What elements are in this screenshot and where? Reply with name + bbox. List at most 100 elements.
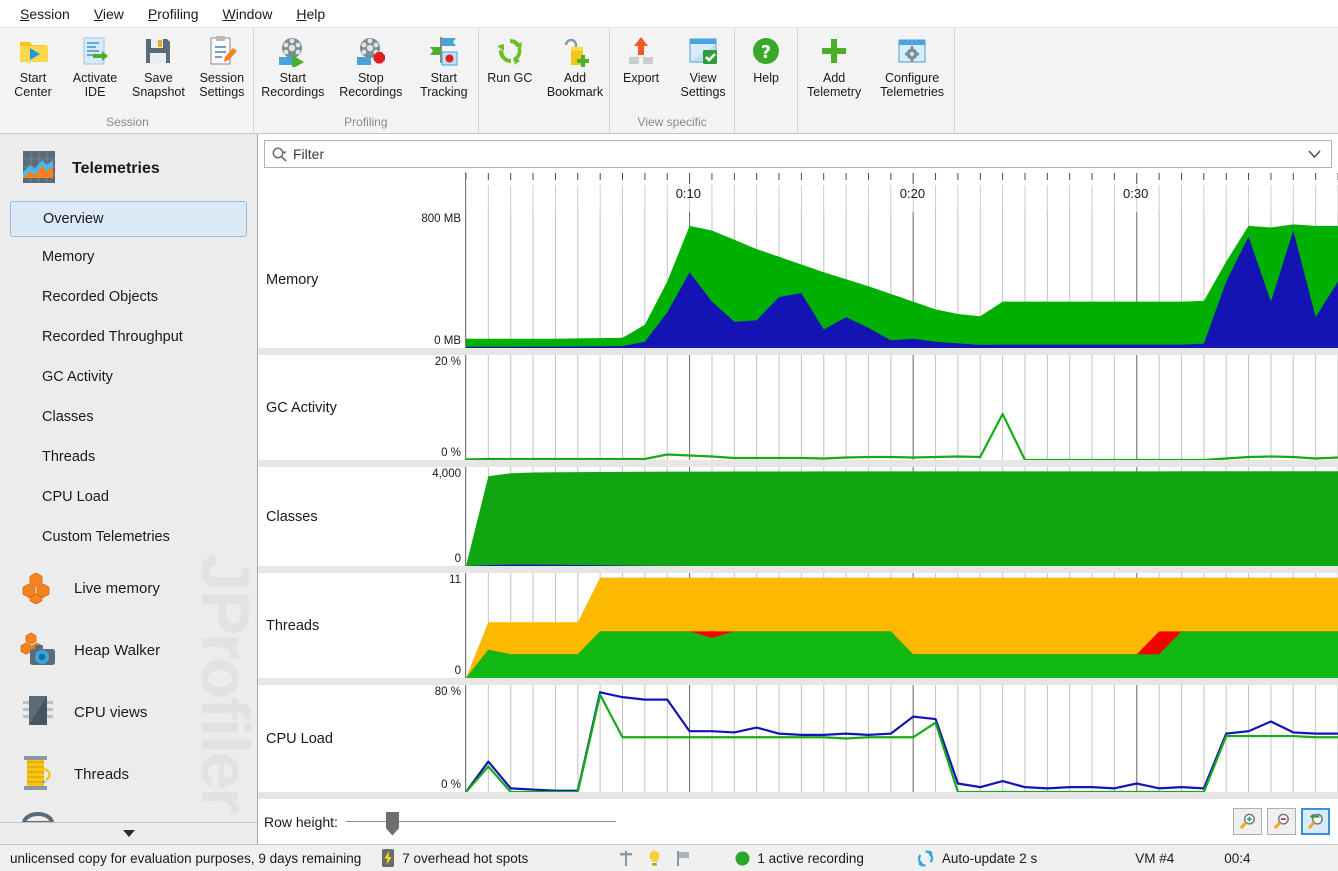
row-height-slider[interactable] [346,812,616,832]
chart-label-cpu-load: CPU Load [258,685,403,792]
configure-telemetries-label: Configure Telemetries [880,71,944,99]
zoom-in-icon [1238,812,1257,831]
status-recording[interactable]: 1 active recording [725,851,874,866]
help-icon: ? [749,34,783,68]
start-center-icon [16,34,50,68]
refresh-icon [916,850,935,867]
chart-plot-classes[interactable] [465,467,1338,566]
menu-item-session[interactable]: Session [8,3,82,25]
chart-plot-memory[interactable] [465,212,1338,348]
add-telemetry-button[interactable]: Add Telemetry [798,30,870,99]
zoom-reset-button[interactable] [1301,808,1330,835]
bottom-bar: Row height: [258,799,1338,844]
marker-icon[interactable] [618,850,634,867]
chart-row-classes[interactable]: Classes 4,000 0 [258,467,1338,566]
stop-recordings-button[interactable]: Stop Recordings [332,30,410,99]
run-gc-button[interactable]: Run GC [479,30,541,85]
menu-item-help[interactable]: Help [284,3,337,25]
sidebar-section-cpu-views[interactable]: CPU views [0,681,257,743]
start-tracking-button[interactable]: Start Tracking [410,30,478,99]
chart-row-gc-activity[interactable]: GC Activity 20 % 0 % [258,355,1338,460]
menu-item-view[interactable]: View [82,3,136,25]
session-settings-icon [205,34,239,68]
sidebar-item-recorded-objects[interactable]: Recorded Objects [0,277,257,317]
slider-thumb[interactable] [386,812,399,836]
sidebar-section-title: Telemetries [72,160,160,178]
ribbon-group-session: Start Center Activate IDE [0,28,253,133]
zoom-in-button[interactable] [1233,808,1262,835]
zoom-out-button[interactable] [1267,808,1296,835]
sidebar-item-recorded-throughput[interactable]: Recorded Throughput [0,317,257,357]
chevron-down-icon [122,829,136,838]
sidebar-item-overview[interactable]: Overview [10,201,247,237]
status-bar: unlicensed copy for evaluation purposes,… [0,844,1338,871]
help-label: Help [753,71,779,85]
export-button[interactable]: Export [610,30,672,85]
ribbon-group-telemetry-title [798,129,954,131]
start-center-button[interactable]: Start Center [2,30,64,99]
filter-input[interactable]: Filter [264,140,1332,168]
sidebar-scroll-area: JProfiler Telemetries Overview Memory [0,134,257,822]
activate-ide-icon [78,34,112,68]
chart-separator-4[interactable] [258,678,1338,685]
session-settings-button[interactable]: Session Settings [191,30,253,99]
start-tracking-icon [427,34,461,68]
chart-ytick-bottom-memory: 0 MB [434,335,461,347]
start-recordings-button[interactable]: Start Recordings [254,30,332,99]
configure-telemetries-button[interactable]: Configure Telemetries [870,30,954,99]
chart-row-memory[interactable]: Memory 800 MB 0 MB [258,212,1338,348]
view-settings-button[interactable]: View Settings [672,30,734,99]
sidebar-section-heap-walker[interactable]: Heap Walker [0,619,257,681]
status-license: unlicensed copy for evaluation purposes,… [0,851,371,866]
status-time: 00:4 [1214,851,1260,866]
save-snapshot-button[interactable]: Save Snapshot [126,30,191,99]
status-overhead[interactable]: 7 overhead hot spots [371,849,538,867]
bulb-icon[interactable] [647,850,662,867]
sidebar-item-custom-telemetries[interactable]: Custom Telemetries [0,517,257,557]
sidebar-item-classes[interactable]: Classes [0,397,257,437]
filter-dropdown-button[interactable] [1303,150,1325,158]
status-autoupdate[interactable]: Auto-update 2 s [906,850,1047,867]
zoom-out-icon [1272,812,1291,831]
chart-plot-gc-activity[interactable] [465,355,1338,460]
chart-row-threads[interactable]: Threads 11 0 [258,573,1338,678]
jprofiler-window: Session View Profiling Window Help Start… [0,0,1338,871]
ribbon-group-gc: Run GC Add Bookmark [478,28,609,133]
export-label: Export [623,71,659,85]
sidebar-section-telemetries[interactable]: Telemetries [0,134,257,201]
chart-name-threads: Threads [266,618,319,634]
add-telemetry-icon [817,34,851,68]
filter-text[interactable]: Filter [288,146,1303,162]
sidebar-section-live-memory[interactable]: Live memory [0,557,257,619]
sidebar-item-threads[interactable]: Threads [0,437,257,477]
view-settings-label: View Settings [681,71,726,99]
chart-row-cpu-load[interactable]: CPU Load 80 % 0 % [258,685,1338,792]
chart-plot-cpu-load[interactable] [465,685,1338,792]
chart-separator-2[interactable] [258,460,1338,467]
menu-item-profiling[interactable]: Profiling [136,3,211,25]
sidebar-section-heap-walker-label: Heap Walker [74,642,160,659]
chart-plot-threads[interactable] [465,573,1338,678]
chart-separator-1[interactable] [258,348,1338,355]
activate-ide-button[interactable]: Activate IDE [64,30,126,99]
chevron-down-icon [1308,150,1321,158]
sidebar-item-cpu-load[interactable]: CPU Load [0,477,257,517]
sidebar-item-gc-activity[interactable]: GC Activity [0,357,257,397]
sidebar-item-custom-telemetries-label: Custom Telemetries [42,529,170,545]
sidebar-scroll-down-button[interactable] [0,822,257,844]
help-button[interactable]: ? Help [735,30,797,85]
add-bookmark-button[interactable]: Add Bookmark [541,30,609,99]
recording-dot-icon [735,851,750,866]
search-icon[interactable] [271,146,288,163]
flag-icon[interactable] [675,850,691,867]
chart-separator-5[interactable] [258,792,1338,799]
sidebar-section-partial[interactable] [0,805,257,822]
sidebar-section-threads[interactable]: Threads [0,743,257,805]
menu-item-window[interactable]: Window [211,3,285,25]
chart-label-classes: Classes [258,467,403,566]
sidebar-item-memory[interactable]: Memory [0,237,257,277]
time-axis: 0:100:200:30 [258,172,1338,212]
status-overhead-label: 7 overhead hot spots [402,851,528,866]
live-memory-icon [18,567,58,610]
chart-separator-3[interactable] [258,566,1338,573]
